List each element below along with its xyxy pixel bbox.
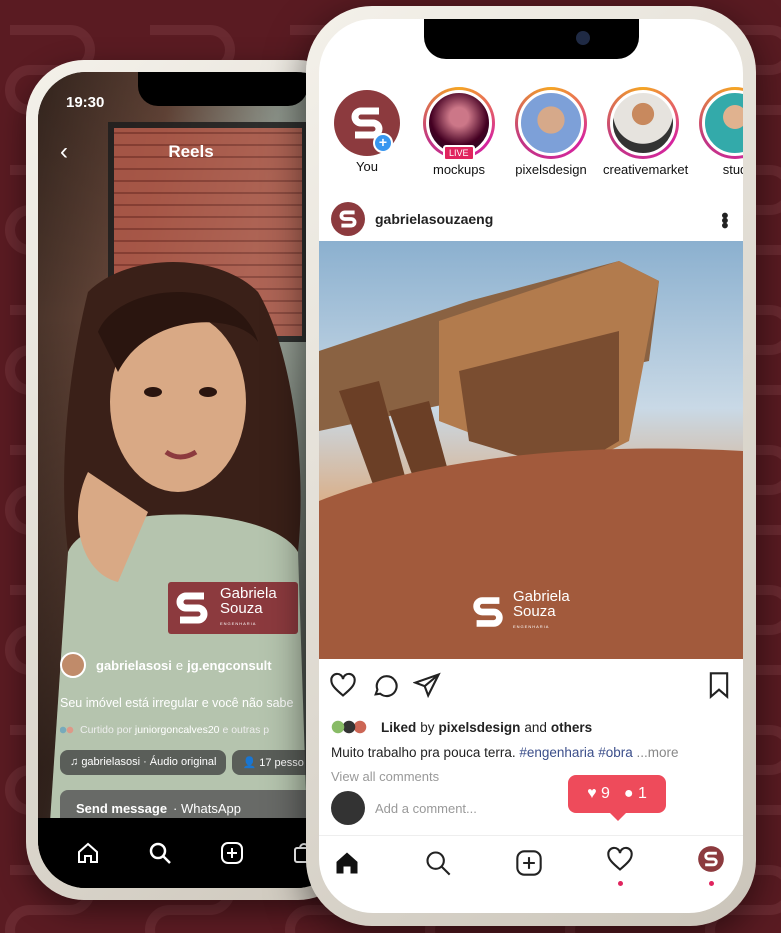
heart-icon[interactable]: [329, 671, 357, 699]
audio-label: gabrielasosi · Áudio original: [81, 756, 217, 768]
add-comment-input[interactable]: Add a comment...: [375, 801, 477, 816]
send-label: Send message: [76, 800, 168, 816]
liked-suffix: e outras p: [222, 724, 270, 736]
profile-icon[interactable]: [697, 845, 725, 873]
story-stud[interactable]: stud: [695, 87, 743, 177]
reel-author[interactable]: gabrielasosi e jg.engconsult: [60, 652, 272, 678]
story-label: pixelsdesign: [515, 162, 587, 177]
activity-notification[interactable]: ♥ 9 ● 1: [568, 775, 666, 821]
notch: [424, 19, 639, 59]
logo-line1: Gabriela: [513, 588, 570, 605]
logo-line1: Gabriela: [220, 584, 277, 602]
story-you[interactable]: + You: [327, 87, 407, 177]
likes-count: ♥ 9: [587, 785, 610, 802]
nav-home[interactable]: [333, 849, 361, 882]
bottom-nav: [38, 818, 344, 888]
brand-s-icon: [176, 592, 208, 624]
send-app: WhatsApp: [181, 800, 241, 816]
logo-sub: ENGENHARIA: [220, 620, 257, 626]
likes-value: 9: [601, 785, 610, 802]
camera-icon: [576, 31, 590, 45]
post-actions: [329, 671, 733, 699]
liked-prefix: Curtido por: [80, 724, 132, 736]
liked-by-line[interactable]: Liked by pixelsdesign and others: [331, 719, 596, 735]
logo-sub: ENGENHARIA: [513, 624, 550, 629]
caption-text: Muito trabalho pra pouca terra.: [331, 745, 516, 760]
commenter-avatar: [331, 791, 365, 825]
logo-line2: Souza: [220, 599, 263, 617]
liker-avatars: [331, 719, 371, 735]
post-image[interactable]: Gabriela Souza ENGENHARIA: [319, 241, 743, 659]
bottom-nav: [319, 835, 743, 895]
brand-s-icon: [473, 596, 503, 627]
live-badge: LIVE: [443, 145, 475, 161]
home-icon[interactable]: [333, 849, 361, 877]
post-logo: Gabriela Souza ENGENHARIA: [469, 589, 570, 634]
activity-dot: [617, 881, 623, 886]
comments-value: 1: [638, 785, 647, 802]
liked-label: Liked: [381, 719, 417, 735]
liked-by-line[interactable]: Curtido por juniorgoncalves20 e outras p: [60, 724, 269, 736]
liked-by: by: [420, 719, 435, 735]
post-caption: Muito trabalho pra pouca terra. #engenha…: [331, 745, 679, 760]
post-header: gabrielasouzaeng •••: [331, 202, 735, 236]
audio-chip[interactable]: ♫ gabrielasosi · Áudio original: [60, 750, 227, 775]
home-icon[interactable]: [76, 841, 100, 865]
liker-avatars: [60, 725, 74, 735]
share-icon[interactable]: [413, 671, 441, 699]
send-sep: ·: [173, 800, 178, 816]
liked-and: and: [524, 719, 547, 735]
logo-line2: Souza: [513, 603, 556, 620]
liked-user[interactable]: pixelsdesign: [439, 720, 521, 735]
story-label: You: [356, 159, 378, 174]
more-options-icon[interactable]: •••: [712, 211, 735, 226]
reels-screen: 19:30 ‹ Reels Gabriela Souza ENGENHARIA …: [38, 72, 344, 888]
right-phone: + You LIVE mockups pixelsdesign creative…: [306, 6, 756, 926]
stories-row: + You LIVE mockups pixelsdesign creative…: [327, 87, 743, 177]
post-username[interactable]: gabrielasouzaeng: [375, 211, 493, 227]
author-1[interactable]: gabrielasosi: [96, 658, 172, 673]
search-icon[interactable]: [424, 849, 452, 877]
caption-more[interactable]: ...more: [637, 745, 679, 760]
bookmark-icon[interactable]: [705, 671, 733, 699]
nav-add[interactable]: [515, 849, 543, 882]
feed-screen: + You LIVE mockups pixelsdesign creative…: [319, 19, 743, 913]
add-comment-row[interactable]: Add a comment...: [331, 791, 477, 825]
reels-title: Reels: [168, 142, 214, 161]
add-icon[interactable]: [515, 849, 543, 877]
story-label: creativemarket: [603, 162, 689, 177]
people-chip[interactable]: 👤 17 pesso: [232, 750, 314, 775]
people-label: 17 pesso: [259, 757, 304, 769]
avatar[interactable]: [60, 652, 86, 678]
status-time: 19:30: [66, 94, 105, 111]
story-label: stud: [722, 162, 743, 177]
view-all-comments[interactable]: View all comments: [331, 769, 439, 784]
author-2[interactable]: jg.engconsult: [187, 658, 272, 673]
profile-dot: [708, 881, 714, 886]
author-conj: e: [175, 657, 184, 673]
search-icon[interactable]: [148, 841, 172, 865]
story-creativemarket[interactable]: creativemarket: [603, 87, 689, 177]
add-story-icon[interactable]: +: [373, 133, 393, 153]
heart-icon[interactable]: [606, 845, 634, 873]
story-label: mockups: [432, 162, 486, 177]
nav-profile[interactable]: [697, 845, 725, 886]
liked-others[interactable]: others: [551, 720, 592, 735]
notch: [138, 72, 308, 106]
story-pixelsdesign[interactable]: pixelsdesign: [511, 87, 591, 177]
post-avatar[interactable]: [331, 202, 365, 236]
nav-activity[interactable]: [606, 845, 634, 886]
nav-search[interactable]: [424, 849, 452, 882]
comment-icon[interactable]: [371, 671, 399, 699]
story-mockups[interactable]: LIVE mockups: [419, 87, 499, 177]
liked-user[interactable]: juniorgoncalves20: [135, 724, 220, 736]
brand-s-icon: [339, 210, 357, 228]
add-icon[interactable]: [220, 841, 244, 865]
reel-caption[interactable]: Seu imóvel está irregular e você não sab…: [60, 696, 293, 710]
brand-logo: Gabriela Souza ENGENHARIA: [168, 582, 298, 634]
comments-count: ● 1: [623, 785, 647, 802]
caption-hashtags[interactable]: #engenharia #obra: [519, 745, 632, 760]
